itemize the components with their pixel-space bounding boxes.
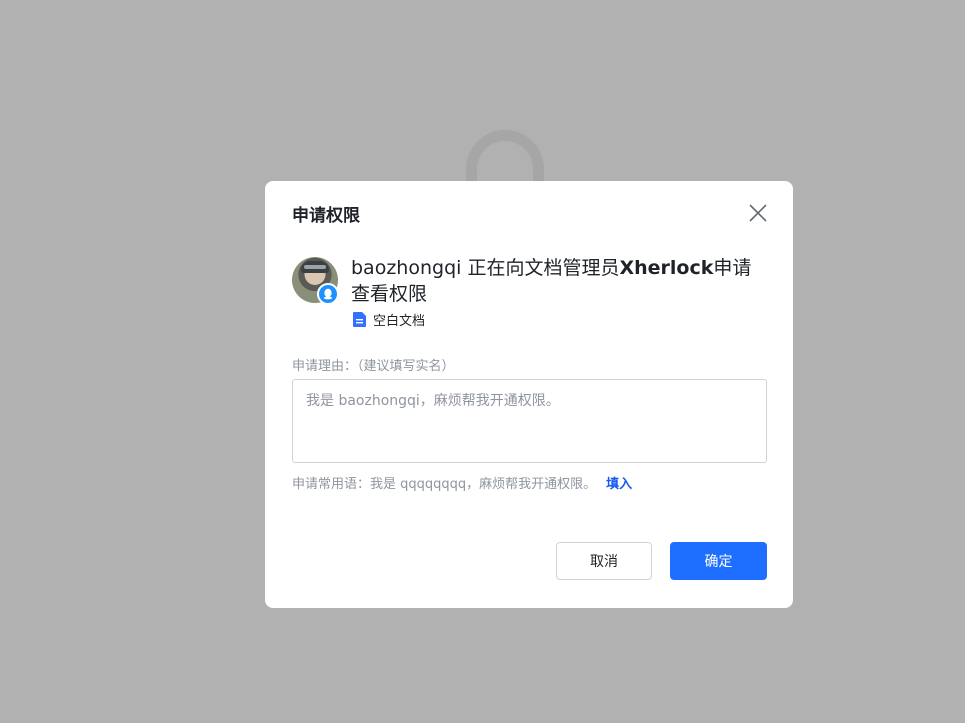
confirm-button[interactable]: 确定 [670,542,767,580]
permission-request-dialog: 申请权限 baozhongqi 正在向文档管理员Xherlock申请查看权限 空… [265,181,793,608]
qq-badge-icon [317,283,339,305]
admin-name: Xherlock [619,257,714,279]
fill-in-link[interactable]: 填入 [606,477,632,492]
cancel-button[interactable]: 取消 [556,542,652,580]
common-phrase-text: 申请常用语：我是 qqqqqqqq，麻烦帮我开通权限。 [292,477,597,492]
reason-label: 申请理由：（建议填写实名） [292,359,455,374]
reason-input[interactable] [292,379,767,463]
common-phrase: 申请常用语：我是 qqqqqqqq，麻烦帮我开通权限。 填入 [292,473,632,492]
close-icon [749,204,767,222]
document-name: 空白文档 [373,313,426,329]
dialog-title: 申请权限 [292,206,360,226]
request-description: baozhongqi 正在向文档管理员Xherlock申请查看权限 [351,255,761,307]
doc-icon [353,311,366,327]
close-button[interactable] [747,202,769,224]
document-info: 空白文档 [353,310,426,329]
requester-username: baozhongqi [351,257,462,279]
request-text-middle: 正在向文档管理员 [461,257,620,279]
